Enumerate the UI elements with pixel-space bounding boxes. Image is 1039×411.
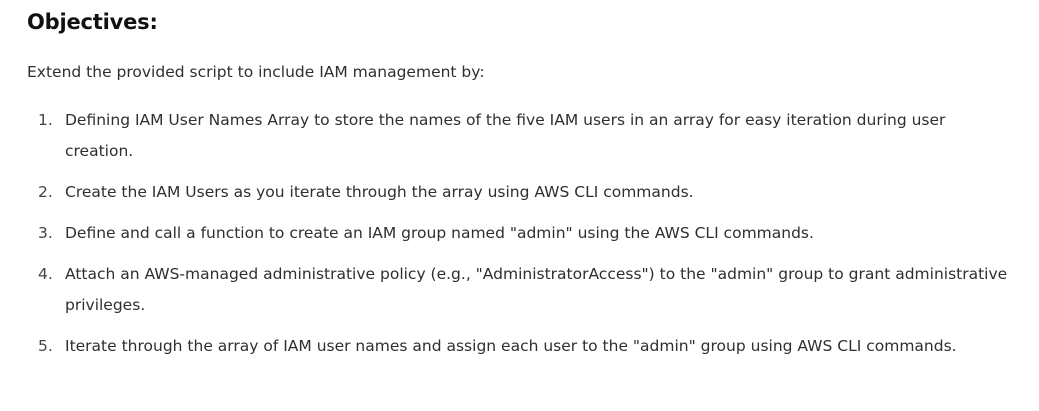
list-item: 4. Attach an AWS-managed administrative … [27, 259, 1012, 321]
list-item: 3. Define and call a function to create … [27, 218, 1012, 249]
objectives-section: Objectives: Extend the provided script t… [0, 0, 1012, 362]
list-item-number: 2. [38, 183, 53, 201]
objectives-list: 1. Defining IAM User Names Array to stor… [27, 105, 1012, 362]
list-item: 2. Create the IAM Users as you iterate t… [27, 177, 1012, 208]
list-item-number: 5. [38, 337, 53, 355]
list-item-text: Attach an AWS-managed administrative pol… [65, 265, 1008, 314]
list-item: 1. Defining IAM User Names Array to stor… [27, 105, 1012, 167]
list-item-number: 1. [38, 111, 53, 129]
list-item-text: Defining IAM User Names Array to store t… [65, 111, 946, 160]
list-item: 5. Iterate through the array of IAM user… [27, 331, 1012, 362]
list-item-text: Iterate through the array of IAM user na… [65, 337, 957, 355]
intro-paragraph: Extend the provided script to include IA… [27, 63, 485, 81]
list-item-text: Create the IAM Users as you iterate thro… [65, 183, 694, 201]
list-item-number: 4. [38, 265, 53, 283]
section-heading: Objectives: [27, 10, 158, 34]
list-item-text: Define and call a function to create an … [65, 224, 814, 242]
list-item-number: 3. [38, 224, 53, 242]
